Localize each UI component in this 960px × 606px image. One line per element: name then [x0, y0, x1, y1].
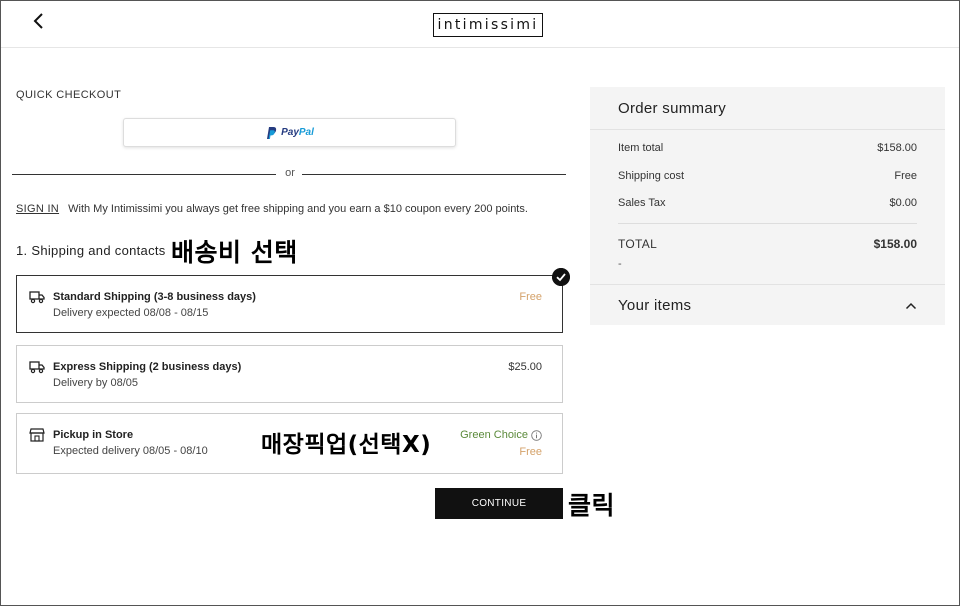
selected-check-icon	[552, 268, 570, 286]
order-summary-title: Order summary	[618, 100, 727, 117]
summary-row-label: Shipping cost	[618, 170, 685, 182]
total-label: TOTAL	[618, 237, 658, 251]
summary-row-value: $0.00	[889, 197, 917, 209]
store-icon	[29, 428, 45, 442]
annotation-shipping-select: 배송비 선택	[171, 238, 298, 267]
quick-checkout-label: QUICK CHECKOUT	[16, 89, 122, 101]
divider-left	[12, 174, 276, 175]
summary-row-shipping: Shipping cost Free	[618, 170, 917, 182]
or-divider-text: or	[285, 167, 295, 179]
green-choice-badge: Green Choice	[460, 429, 542, 441]
summary-row-item-total: Item total $158.00	[618, 142, 917, 154]
paypal-wordmark-part2: Pal	[298, 127, 314, 138]
summary-row-value: Free	[894, 170, 917, 182]
shipping-option-subtitle: Expected delivery 08/05 - 08/10	[53, 445, 208, 457]
annotation-click: 클릭	[568, 491, 616, 520]
summary-row-tax: Sales Tax $0.00	[618, 197, 917, 209]
summary-row-value: $158.00	[877, 142, 917, 154]
your-items-label: Your items	[618, 297, 692, 314]
divider-right	[302, 174, 566, 175]
sign-in-link[interactable]: SIGN IN	[16, 203, 59, 215]
top-bar: intimissimi	[1, 1, 959, 48]
paypal-wordmark-part1: Pay	[281, 127, 299, 138]
shipping-option-standard[interactable]: Standard Shipping (3-8 business days) De…	[16, 275, 563, 333]
info-icon[interactable]	[531, 429, 542, 441]
summary-divider	[618, 223, 917, 224]
paypal-logo-icon	[267, 126, 277, 139]
shipping-option-price: $25.00	[508, 361, 542, 373]
shipping-option-title: Pickup in Store	[53, 429, 134, 441]
shipping-option-title: Standard Shipping (3-8 business days)	[53, 291, 256, 303]
your-items-toggle[interactable]: Your items	[618, 297, 917, 314]
shipping-option-express[interactable]: Express Shipping (2 business days) Deliv…	[16, 345, 563, 403]
summary-divider	[590, 129, 945, 130]
shipping-option-subtitle: Delivery expected 08/08 - 08/15	[53, 307, 209, 319]
truck-icon	[29, 291, 45, 304]
paypal-button[interactable]: PayPal	[123, 118, 456, 147]
summary-row-label: Item total	[618, 142, 664, 154]
sign-in-message: With My Intimissimi you always get free …	[68, 203, 528, 215]
sign-in-row: SIGN IN With My Intimissimi you always g…	[16, 203, 528, 215]
annotation-pickup-not-selected: 매장픽업(선택X)	[261, 432, 432, 458]
shipping-option-title: Express Shipping (2 business days)	[53, 361, 242, 373]
total-value: $158.00	[873, 237, 917, 251]
continue-button[interactable]: CONTINUE	[435, 488, 563, 519]
shipping-option-subtitle: Delivery by 08/05	[53, 377, 138, 389]
brand-logo[interactable]: intimissimi	[433, 13, 543, 37]
truck-icon	[29, 361, 45, 374]
green-choice-label: Green Choice	[460, 429, 528, 441]
summary-divider	[590, 284, 945, 285]
paypal-wordmark: PayPal	[281, 127, 314, 138]
shipping-option-price: Free	[519, 446, 542, 458]
shipping-section-title: 1. Shipping and contacts	[16, 243, 166, 258]
chevron-up-icon[interactable]	[905, 302, 917, 310]
summary-row-label: Sales Tax	[618, 197, 666, 209]
order-summary-panel: Order summary Item total $158.00 Shippin…	[590, 87, 945, 325]
total-note: -	[618, 258, 622, 270]
shipping-option-price: Free	[519, 291, 542, 303]
chevron-left-icon[interactable]	[29, 10, 49, 32]
summary-total-row: TOTAL $158.00	[618, 237, 917, 251]
